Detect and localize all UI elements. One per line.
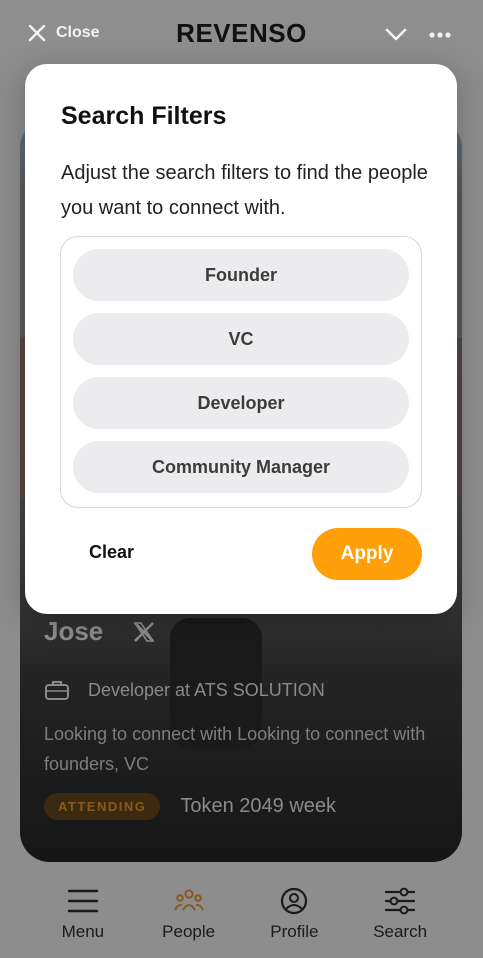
clear-button[interactable]: Clear — [89, 542, 134, 563]
modal-title: Search Filters — [61, 102, 227, 130]
filter-option-community-manager[interactable]: Community Manager — [73, 441, 409, 493]
filter-option-founder[interactable]: Founder — [73, 249, 409, 301]
filter-option-vc[interactable]: VC — [73, 313, 409, 365]
filter-options-list: Founder VC Developer Community Manager — [60, 236, 422, 508]
apply-button[interactable]: Apply — [312, 528, 422, 580]
filter-option-developer[interactable]: Developer — [73, 377, 409, 429]
search-filters-modal: Search Filters Adjust the search filters… — [25, 64, 457, 614]
modal-description: Adjust the search filters to find the pe… — [61, 162, 428, 219]
